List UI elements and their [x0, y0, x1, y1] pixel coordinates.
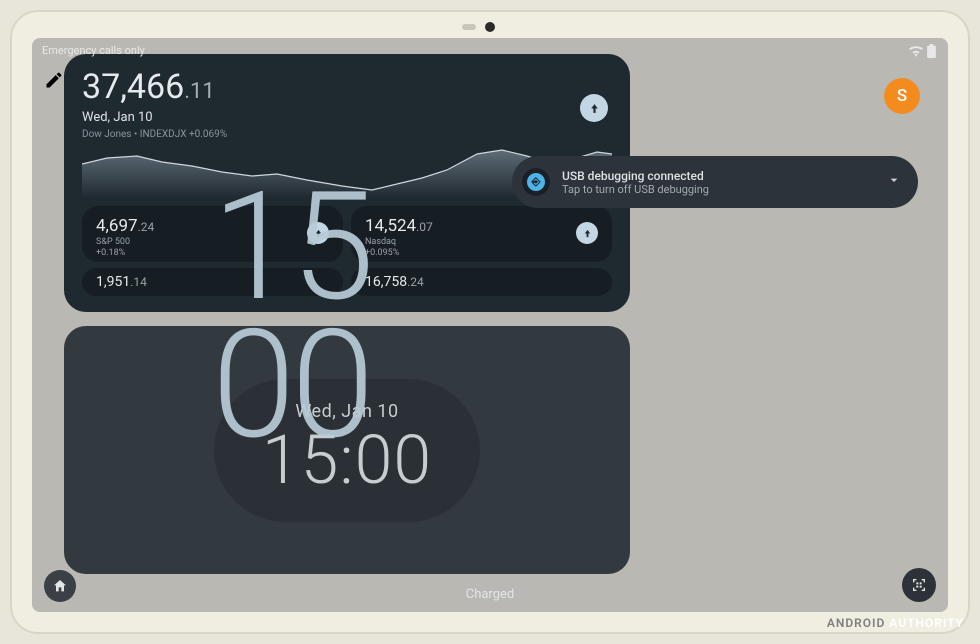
main-index-dec: .11	[184, 79, 215, 104]
trend-up-icon	[576, 222, 598, 244]
stock-tile-nasdaq[interactable]: 14,524.07 Nasdaq +0.095%	[351, 206, 612, 262]
home-button[interactable]	[44, 570, 76, 602]
status-network: Emergency calls only	[42, 44, 145, 57]
stock-tiles-row1: 4,697.24 S&P 500 +0.18% 14,524.07 Nasdaq…	[82, 206, 612, 262]
stock-tile-4[interactable]: 16,758.24	[351, 268, 612, 296]
stock-tile-3[interactable]: 1,951.14	[82, 268, 343, 296]
notification-subtitle: Tap to turn off USB debugging	[562, 183, 874, 196]
qr-scanner-button[interactable]	[902, 568, 936, 602]
notification-title: USB debugging connected	[562, 169, 874, 183]
sensor-pill	[462, 24, 476, 30]
main-index-int: 37,466	[82, 67, 184, 107]
charge-status: Charged	[466, 587, 515, 602]
chevron-down-icon[interactable]	[886, 172, 902, 192]
main-index-subtitle: Dow Jones • INDEXDJX +0.069%	[82, 129, 612, 140]
wifi-icon	[909, 46, 923, 60]
usb-icon: ⎆	[522, 168, 550, 196]
stock-tiles-row2: 1,951.14 16,758.24	[82, 268, 612, 296]
main-index-date: Wed, Jan 10	[82, 110, 612, 125]
watermark: ANDROID AUTHORITY	[827, 616, 964, 630]
notification-usb-debugging[interactable]: ⎆ USB debugging connected Tap to turn of…	[512, 156, 918, 208]
avatar-initial: S	[897, 86, 907, 106]
battery-icon	[927, 44, 936, 61]
notification-text: USB debugging connected Tap to turn off …	[562, 169, 874, 196]
tablet-frame: Emergency calls only 37,466.11 Wed, Jan …	[10, 10, 970, 634]
trend-up-icon	[307, 222, 329, 244]
stock-tile-sp500[interactable]: 4,697.24 S&P 500 +0.18%	[82, 206, 343, 262]
clock-pill: Wed, Jan 10 15:00	[214, 379, 480, 522]
edit-icon[interactable]	[44, 70, 64, 94]
screen: Emergency calls only 37,466.11 Wed, Jan …	[32, 38, 948, 612]
trend-up-icon	[580, 94, 608, 122]
front-camera	[485, 22, 495, 32]
clock-date: Wed, Jan 10	[262, 401, 432, 422]
clock-widget[interactable]: Wed, Jan 10 15:00	[64, 326, 630, 574]
clock-time: 15:00	[262, 426, 432, 494]
status-indicators	[909, 44, 936, 61]
main-index-value: 37,466.11	[82, 70, 612, 104]
user-avatar[interactable]: S	[884, 78, 920, 114]
